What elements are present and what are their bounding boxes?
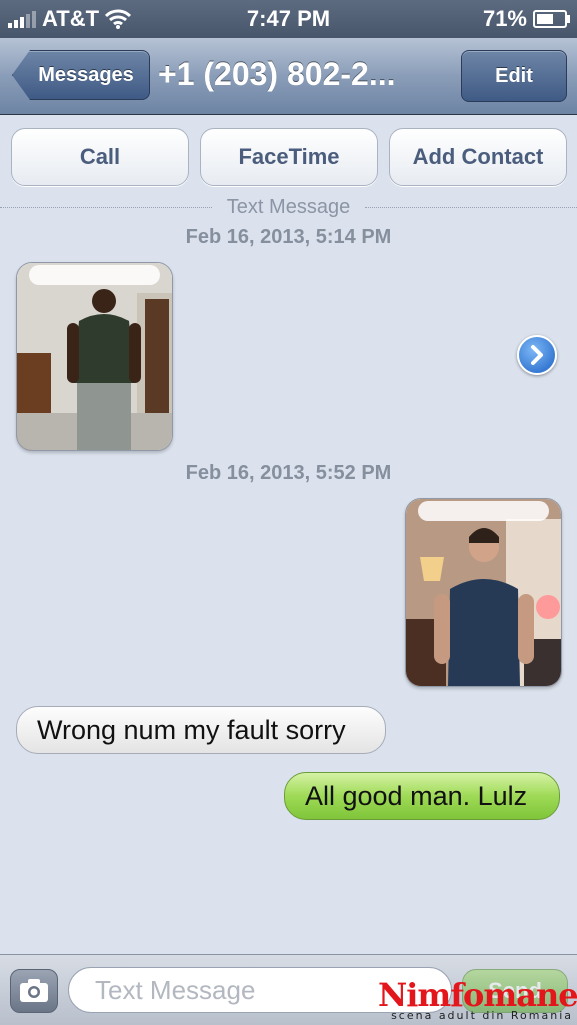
message-type-divider: Text Message [0,196,577,218]
message-input-placeholder: Text Message [95,975,256,1005]
incoming-image-message[interactable] [16,262,173,451]
timestamp: Feb 16, 2013, 5:14 PM [185,226,392,248]
incoming-text-message[interactable]: Wrong num my fault sorry [16,706,386,754]
photo-thumbnail [406,499,561,686]
edit-button[interactable]: Edit [461,50,567,102]
add-contact-button[interactable]: Add Contact [389,128,567,186]
outgoing-text-message[interactable]: All good man. Lulz [284,772,560,820]
call-button[interactable]: Call [11,128,189,186]
watermark-tagline: scena adult din Romania [391,1009,573,1022]
camera-button[interactable] [10,969,58,1013]
message-text: Wrong num my fault sorry [37,714,346,745]
navigation-bar: Messages +1 (203) 802-2... Edit [0,38,577,115]
photo-thumbnail [17,263,172,450]
outgoing-image-message[interactable] [405,498,562,687]
conversation-title: +1 (203) 802-2... [158,56,396,92]
back-button[interactable]: Messages [12,50,150,100]
watermark-logo: Nimfomane scena adult din Romania [378,976,577,1024]
message-text: All good man. Lulz [305,780,528,811]
status-bar: AT&T 7:47 PM 71% [0,0,577,38]
bubble-gloss [29,265,160,285]
status-right: 71% [482,6,570,32]
facetime-button[interactable]: FaceTime [200,128,378,186]
contact-actions: Call FaceTime Add Contact [0,128,577,186]
camera-icon [20,979,48,1002]
battery-percent: 71% [482,6,527,31]
chevron-right-icon[interactable] [517,335,557,375]
battery-icon [533,10,570,28]
divider-label: Text Message [0,196,577,219]
timestamp: Feb 16, 2013, 5:52 PM [185,462,392,484]
bubble-gloss [418,501,549,521]
